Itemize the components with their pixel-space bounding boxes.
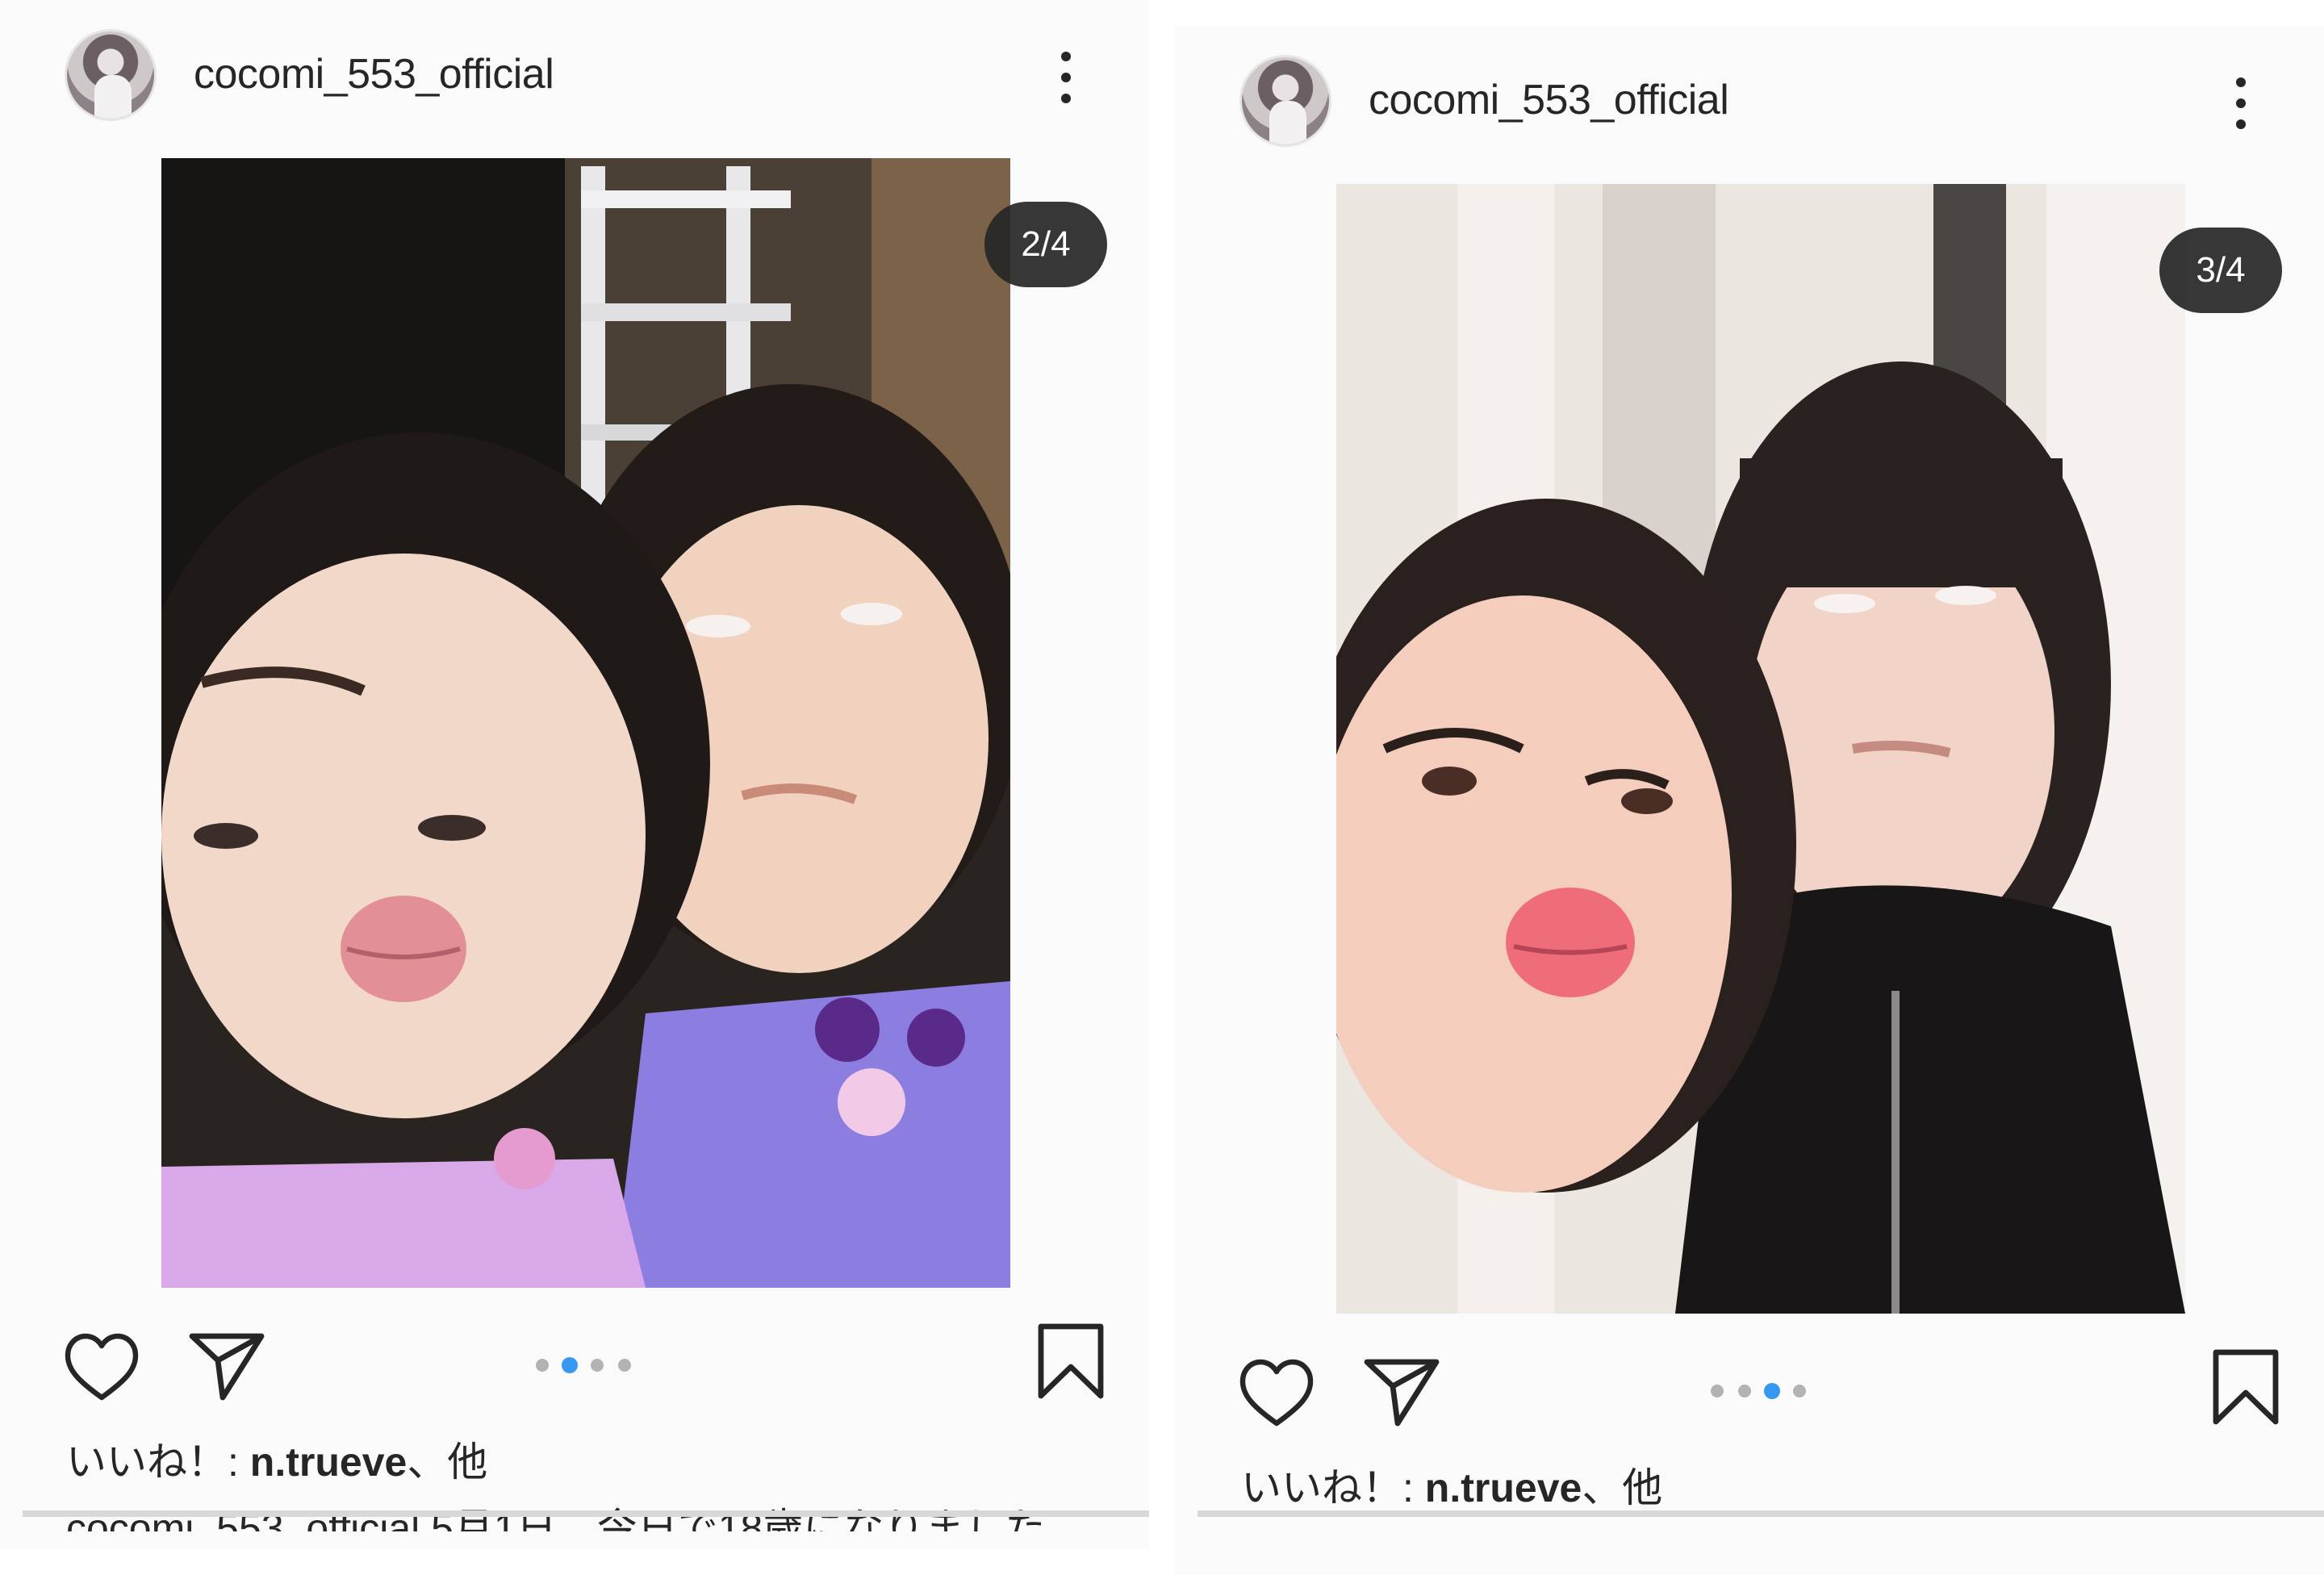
send-icon[interactable] (1362, 1356, 1441, 1427)
heart-icon[interactable] (63, 1331, 140, 1401)
post-header: cocomi_553_official (0, 0, 1149, 153)
more-options-icon[interactable] (2232, 74, 2248, 131)
send-icon[interactable] (187, 1330, 266, 1401)
post-right: cocomi_553_official 3/4 いいね！: n.trueve、他 (1175, 26, 2324, 1575)
post-photo[interactable] (1336, 184, 2185, 1314)
username[interactable]: cocomi_553_official (1369, 76, 1729, 124)
bookmark-icon[interactable] (2209, 1347, 2282, 1427)
carousel-indicator (533, 1357, 637, 1373)
likes-text: いいね！: n.trueve、他 (66, 1439, 488, 1485)
carousel-counter: 2/4 (984, 202, 1107, 287)
liked-by-user[interactable]: n.trueve (250, 1439, 408, 1485)
divider (1198, 1510, 2324, 1517)
post-photo[interactable] (161, 158, 1010, 1288)
divider (23, 1510, 1149, 1517)
more-options-icon[interactable] (1057, 48, 1073, 105)
liked-by-user[interactable]: n.trueve (1425, 1465, 1582, 1510)
action-bar (0, 1307, 1149, 1420)
post-left: cocomi_553_official 2/4 いいね！: n.trueve、他… (0, 0, 1149, 1549)
bookmark-icon[interactable] (1035, 1322, 1107, 1401)
avatar[interactable] (65, 29, 157, 121)
avatar[interactable] (1239, 55, 1331, 147)
action-bar (1175, 1333, 2324, 1446)
likes-text: いいね！: n.trueve、他 (1241, 1465, 1663, 1510)
carousel-counter: 3/4 (2159, 228, 2282, 313)
username[interactable]: cocomi_553_official (194, 50, 554, 98)
post-header: cocomi_553_official (1175, 26, 2324, 179)
carousel-indicator (1707, 1383, 1812, 1399)
heart-icon[interactable] (1238, 1357, 1315, 1427)
